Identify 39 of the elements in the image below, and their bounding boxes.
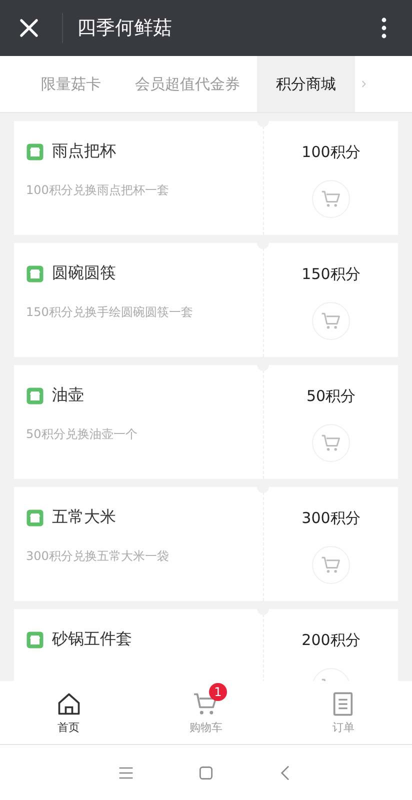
count-badge: 1: [208, 682, 227, 700]
nav-item[interactable]: 1 购物车: [137, 681, 275, 744]
product-name: 砂锅五件套: [52, 629, 132, 650]
nav-item[interactable]: 首页: [0, 681, 138, 744]
add-to-cart-button[interactable]: [312, 424, 350, 462]
points-price: 150积分: [302, 265, 360, 284]
product-description: 50积分兑换油壶一个: [26, 426, 138, 443]
page-title: 四季何鲜菇: [77, 16, 173, 41]
shop-icon: [26, 386, 44, 404]
shop-icon: [26, 142, 44, 160]
product-description: 300积分兑换五常大米一袋: [26, 548, 170, 565]
shop-icon: [26, 630, 44, 648]
tab[interactable]: 会员超值代金券: [118, 56, 257, 112]
points-price: 100积分: [302, 143, 360, 162]
product-name: 雨点把杯: [52, 141, 116, 162]
shop-icon: [26, 264, 44, 282]
home-icon: [56, 690, 82, 716]
product-name: 圆碗圆筷: [52, 263, 116, 284]
add-to-cart-button[interactable]: [312, 546, 350, 584]
points-price: 300积分: [302, 509, 360, 528]
nav-label: 订单: [332, 720, 354, 734]
shop-icon: [26, 508, 44, 526]
points-price: 200积分: [302, 631, 360, 650]
points-price: 50积分: [306, 387, 356, 406]
tab[interactable]: 积分商城: [257, 56, 355, 112]
product-description: 150积分兑换手绘圆碗圆筷一套: [26, 304, 194, 321]
add-to-cart-button[interactable]: [312, 302, 350, 340]
cart-icon: [320, 554, 342, 576]
cart-icon: [320, 188, 342, 210]
nav-label: 首页: [58, 720, 80, 734]
cart-icon: [320, 432, 342, 454]
tab[interactable]: 限量菇卡: [24, 56, 118, 112]
product-name: 五常大米: [52, 507, 116, 528]
product-name: 油壶: [52, 385, 84, 406]
nav-label: 购物车: [189, 720, 222, 734]
product-description: 100积分兑换雨点把杯一套: [26, 182, 170, 199]
cart-icon: [320, 310, 342, 332]
nav-item[interactable]: 订单: [274, 681, 412, 744]
add-to-cart-button[interactable]: [312, 180, 350, 218]
